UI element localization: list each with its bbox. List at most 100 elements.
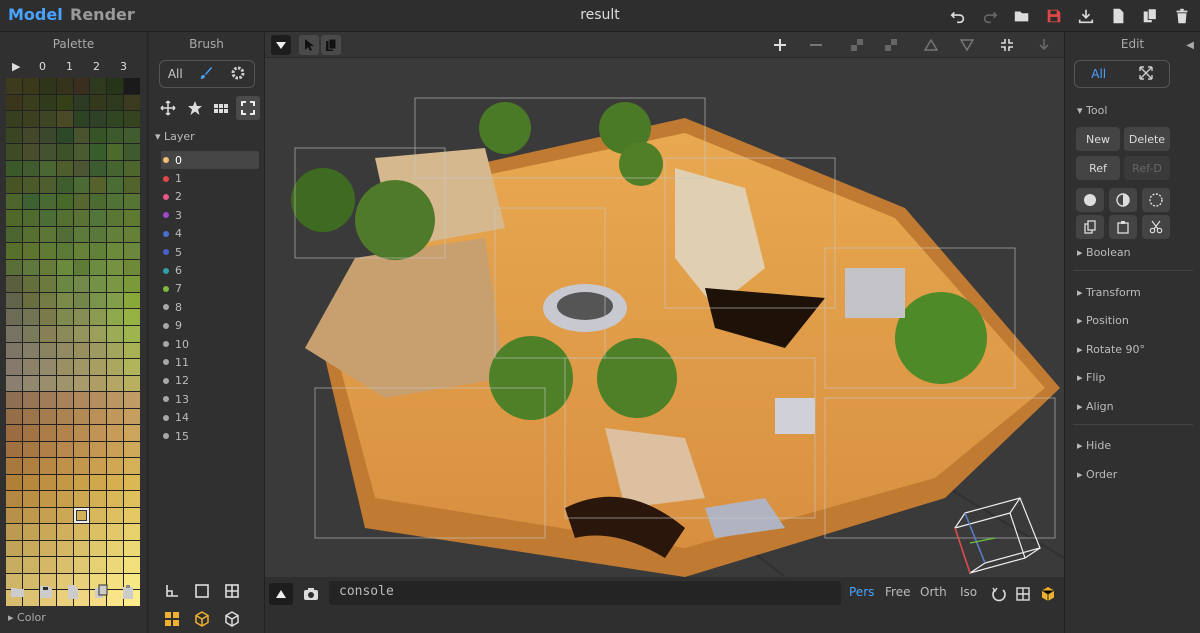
palette-swatch[interactable] xyxy=(90,111,107,127)
palette-swatch[interactable] xyxy=(73,408,90,425)
palette-swatch[interactable] xyxy=(56,226,73,243)
grid-brush-icon[interactable] xyxy=(223,582,241,600)
redo-icon[interactable] xyxy=(980,6,1000,26)
layer-item[interactable]: 12 xyxy=(161,372,259,390)
fit-view-icon[interactable] xyxy=(997,35,1017,55)
grow-icon[interactable] xyxy=(881,35,901,55)
palette-swatch[interactable] xyxy=(6,474,22,491)
projection-pers[interactable]: Pers xyxy=(849,585,874,599)
palette-swatch[interactable] xyxy=(124,127,140,144)
delete-button[interactable]: Delete xyxy=(1124,127,1170,151)
palette-swatch[interactable] xyxy=(39,243,56,259)
palette-swatch[interactable] xyxy=(107,491,124,507)
brush-paint-icon[interactable] xyxy=(198,65,214,84)
palette-swatch[interactable] xyxy=(107,177,124,193)
palette-swatch[interactable] xyxy=(73,441,90,458)
palette-swatch[interactable] xyxy=(22,226,39,243)
palette-swatch[interactable] xyxy=(56,507,73,524)
palette-swatch[interactable] xyxy=(39,474,56,491)
palette-swatch[interactable] xyxy=(90,210,107,226)
layer-item[interactable]: 9 xyxy=(161,317,259,335)
rotate-view-icon[interactable] xyxy=(987,583,1011,605)
palette-swatch[interactable] xyxy=(124,226,140,243)
palette-swatch[interactable] xyxy=(73,243,90,259)
palette-swatch[interactable] xyxy=(22,276,39,292)
palette-swatch[interactable] xyxy=(56,325,73,342)
palette-swatch[interactable] xyxy=(73,458,90,474)
palette-swatch[interactable] xyxy=(73,226,90,243)
palette-swatch[interactable] xyxy=(22,392,39,408)
palette-swatch[interactable] xyxy=(22,408,39,425)
palette-swatch[interactable] xyxy=(56,193,73,210)
palette-swatch[interactable] xyxy=(56,144,73,160)
palette-swatch[interactable] xyxy=(56,292,73,309)
new-button[interactable]: New xyxy=(1076,127,1120,151)
order-section[interactable]: ▸ Order xyxy=(1077,468,1117,481)
palette-swatch[interactable] xyxy=(56,557,73,573)
palette-swatch[interactable] xyxy=(107,243,124,259)
projection-free[interactable]: Free xyxy=(885,585,910,599)
palette-swatch[interactable] xyxy=(107,160,124,177)
palette-swatch[interactable] xyxy=(6,193,22,210)
palette-swatch[interactable] xyxy=(22,292,39,309)
palette-swatch[interactable] xyxy=(124,474,140,491)
palette-swatch[interactable] xyxy=(107,342,124,359)
palette-swatch[interactable] xyxy=(90,474,107,491)
palette-swatch[interactable] xyxy=(107,408,124,425)
palette-swatch[interactable] xyxy=(6,342,22,359)
palette-swatch[interactable] xyxy=(90,524,107,540)
layer-item[interactable]: 11 xyxy=(161,353,259,371)
palette-swatch[interactable] xyxy=(22,458,39,474)
palette-swatch[interactable] xyxy=(73,325,90,342)
palette-swatch[interactable] xyxy=(22,507,39,524)
palette-swatch[interactable] xyxy=(90,540,107,557)
hide-section[interactable]: ▸ Hide xyxy=(1077,439,1111,452)
palette-swatch[interactable] xyxy=(6,177,22,193)
drop-icon[interactable] xyxy=(1034,35,1054,55)
palette-swatch[interactable] xyxy=(56,474,73,491)
cube-solid-icon[interactable] xyxy=(223,610,241,628)
palette-swatch[interactable] xyxy=(39,458,56,474)
palette-swatch[interactable] xyxy=(6,243,22,259)
palette-swatch[interactable] xyxy=(56,177,73,193)
palette-swatch[interactable] xyxy=(124,359,140,375)
open-folder-icon[interactable] xyxy=(1012,6,1032,26)
add-voxel-icon[interactable] xyxy=(770,35,790,55)
transform-section[interactable]: ▸ Transform xyxy=(1077,286,1141,299)
save-icon[interactable] xyxy=(1044,6,1064,26)
palette-swatch[interactable] xyxy=(56,392,73,408)
palette-swatch[interactable] xyxy=(6,359,22,375)
palette-swatch[interactable] xyxy=(124,292,140,309)
palette-swatch[interactable] xyxy=(90,292,107,309)
palette-play-icon[interactable]: ▶ xyxy=(12,60,39,73)
palette-swatch[interactable] xyxy=(73,491,90,507)
triangle-up-icon[interactable] xyxy=(921,35,941,55)
palette-copy-icon[interactable] xyxy=(93,584,109,600)
projection-orth[interactable]: Orth xyxy=(920,585,947,599)
palette-col-0[interactable]: 0 xyxy=(39,60,66,73)
palette-swatch[interactable] xyxy=(73,342,90,359)
layer-item[interactable]: 6 xyxy=(161,261,259,279)
palette-swatch[interactable] xyxy=(22,540,39,557)
select-box-tool-icon[interactable] xyxy=(235,96,260,120)
palette-swatch[interactable] xyxy=(124,144,140,160)
palette-col-2[interactable]: 2 xyxy=(93,60,120,73)
download-icon[interactable] xyxy=(1076,6,1096,26)
voxel-scene[interactable] xyxy=(265,58,1064,577)
palette-swatch[interactable] xyxy=(56,342,73,359)
palette-swatch[interactable] xyxy=(90,408,107,425)
palette-swatch[interactable] xyxy=(90,491,107,507)
palette-swatch[interactable] xyxy=(107,425,124,441)
camera-icon[interactable] xyxy=(299,583,323,605)
move-tool-icon[interactable] xyxy=(156,96,180,120)
palette-swatch[interactable] xyxy=(73,78,90,94)
palette-swatch[interactable] xyxy=(39,292,56,309)
palette-swatch[interactable] xyxy=(39,408,56,425)
palette-swatch[interactable] xyxy=(90,309,107,325)
palette-swatch[interactable] xyxy=(73,144,90,160)
palette-swatch[interactable] xyxy=(39,259,56,276)
tool-section[interactable]: ▾ Tool xyxy=(1077,104,1107,117)
edit-all-tab[interactable]: All xyxy=(1091,67,1106,81)
palette-swatch[interactable] xyxy=(22,259,39,276)
pointer-icon[interactable] xyxy=(299,35,319,55)
